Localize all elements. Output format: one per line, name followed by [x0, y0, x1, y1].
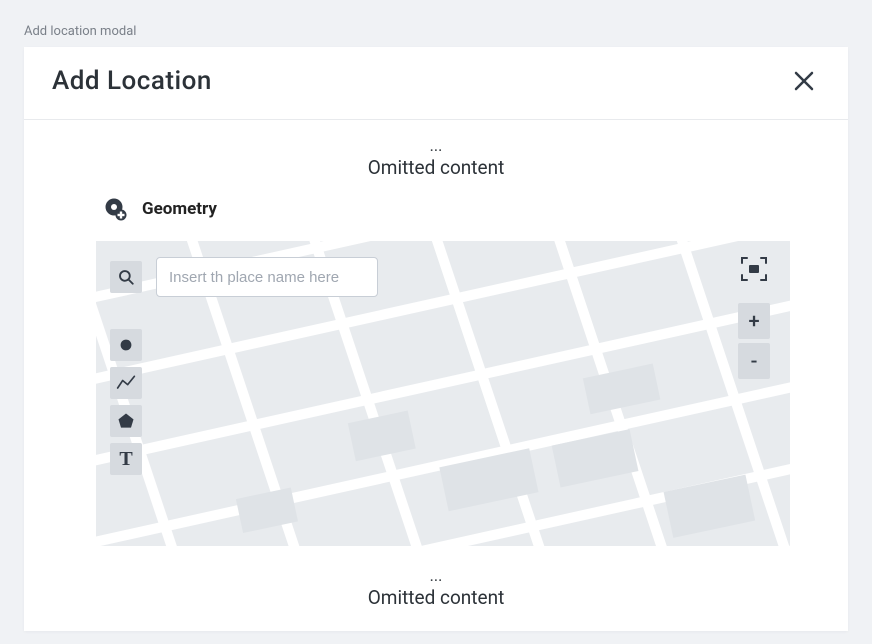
location-add-icon — [102, 195, 130, 223]
geometry-section-header: Geometry — [24, 189, 848, 241]
place-name-input[interactable] — [156, 257, 378, 297]
omitted-content-bottom: ... Omitted content — [24, 546, 848, 631]
ellipsis: ... — [430, 568, 443, 584]
add-location-modal: Add Location ... Omitted content Geometr… — [24, 47, 848, 631]
omitted-content-top: ... Omitted content — [24, 120, 848, 189]
draw-point-button[interactable] — [110, 329, 142, 361]
zoom-in-button[interactable]: + — [738, 303, 770, 339]
search-button[interactable] — [110, 261, 142, 293]
modal-caption: Add location modal — [0, 0, 872, 47]
omitted-label: Omitted content — [368, 156, 505, 179]
zoom-controls: + - — [738, 303, 770, 379]
zoom-out-button[interactable]: - — [738, 343, 770, 379]
omitted-label: Omitted content — [368, 586, 505, 609]
map-toolbar-left: T — [110, 257, 378, 475]
close-icon — [792, 69, 816, 93]
draw-tool-group: T — [110, 329, 378, 475]
modal-header: Add Location — [24, 47, 848, 120]
line-chart-icon — [116, 373, 136, 393]
circle-icon — [117, 336, 135, 354]
section-title: Geometry — [142, 199, 217, 219]
map-toolbar-right: + - — [736, 251, 772, 379]
draw-polygon-button[interactable] — [110, 405, 142, 437]
fullscreen-button[interactable] — [736, 251, 772, 287]
close-button[interactable] — [788, 65, 820, 97]
scan-icon — [738, 253, 770, 285]
draw-line-button[interactable] — [110, 367, 142, 399]
map-canvas[interactable]: T + - — [96, 241, 790, 546]
text-icon: T — [119, 448, 132, 471]
pentagon-icon — [116, 411, 136, 431]
draw-text-button[interactable]: T — [110, 443, 142, 475]
modal-title: Add Location — [52, 66, 212, 96]
ellipsis: ... — [430, 138, 443, 154]
search-icon — [117, 268, 135, 286]
search-row — [110, 257, 378, 297]
